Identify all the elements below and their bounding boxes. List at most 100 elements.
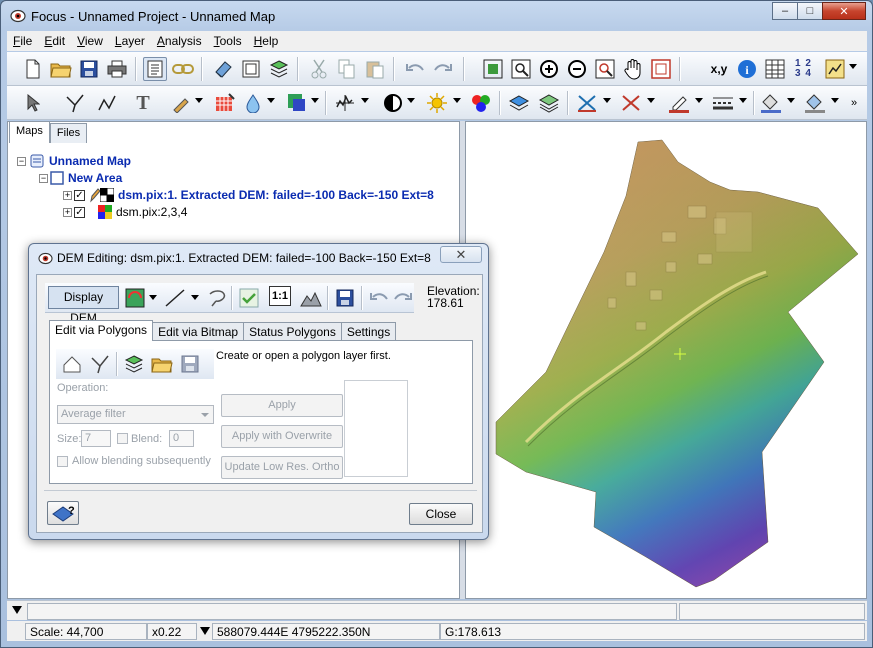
copy-icon[interactable] bbox=[335, 57, 359, 81]
layer-rgb-visible-checkbox[interactable]: ✓ bbox=[74, 206, 85, 218]
line-style-dropdown-icon[interactable] bbox=[739, 98, 747, 103]
open-polygon-layer-icon[interactable] bbox=[150, 352, 174, 376]
menu-help[interactable]: Help bbox=[248, 34, 285, 48]
polygon-layers-icon[interactable] bbox=[122, 352, 146, 376]
fill-style-dropdown-icon[interactable] bbox=[831, 98, 839, 103]
terrain-view-icon[interactable] bbox=[299, 286, 323, 310]
print-icon[interactable] bbox=[105, 57, 129, 81]
vector-tools-dropdown-icon[interactable] bbox=[603, 98, 611, 103]
status-collapse-icon[interactable] bbox=[12, 606, 22, 614]
line-style-icon[interactable] bbox=[711, 91, 735, 115]
dem-undo-icon[interactable] bbox=[367, 286, 391, 310]
new-polygon-icon[interactable] bbox=[60, 352, 84, 376]
xy-coords-icon[interactable]: x,y bbox=[707, 57, 731, 81]
dialog-close-x-button[interactable]: ✕ bbox=[440, 246, 482, 263]
one-to-one-zoom-icon[interactable]: 1:1 bbox=[269, 286, 291, 306]
tab-files[interactable]: Files bbox=[49, 123, 88, 143]
close-button[interactable]: Close bbox=[409, 503, 473, 525]
attribute-dropdown-icon[interactable] bbox=[195, 98, 203, 103]
link-icon[interactable] bbox=[171, 57, 195, 81]
apply-with-overwrite-button[interactable]: Apply with Overwrite bbox=[221, 425, 343, 448]
page-setup-icon[interactable] bbox=[239, 57, 263, 81]
profile-dropdown-icon[interactable] bbox=[361, 98, 369, 103]
zoom-window-icon[interactable] bbox=[649, 57, 673, 81]
fill-color-dropdown-icon[interactable] bbox=[787, 98, 795, 103]
polyline-icon[interactable] bbox=[95, 91, 119, 115]
vector-tools-icon[interactable] bbox=[575, 91, 599, 115]
vertex-edit-icon[interactable] bbox=[63, 91, 87, 115]
tree-row-map[interactable]: − Unnamed Map bbox=[17, 153, 131, 169]
raster-edit-icon[interactable] bbox=[213, 91, 237, 115]
menu-view[interactable]: View bbox=[71, 34, 109, 48]
tree-row-area[interactable]: − New Area bbox=[39, 170, 122, 186]
dem-colormap-icon[interactable] bbox=[123, 286, 147, 310]
lasso-icon[interactable] bbox=[205, 286, 229, 310]
undo-icon[interactable] bbox=[403, 57, 427, 81]
help-button[interactable]: ? bbox=[47, 501, 79, 525]
rgb-channels-icon[interactable] bbox=[469, 91, 493, 115]
fill-color-icon[interactable] bbox=[759, 91, 783, 115]
size-input[interactable]: 7 bbox=[81, 430, 111, 447]
colormap-dropdown-icon[interactable] bbox=[149, 295, 157, 300]
new-file-icon[interactable] bbox=[21, 57, 45, 81]
zoom-extent-icon[interactable] bbox=[481, 57, 505, 81]
redo-icon[interactable] bbox=[431, 57, 455, 81]
fill-style-icon[interactable] bbox=[803, 91, 827, 115]
apply-button[interactable]: Apply bbox=[221, 394, 343, 417]
trace-dropdown-icon[interactable] bbox=[849, 64, 857, 69]
display-region-dropdown-icon[interactable] bbox=[311, 98, 319, 103]
menu-edit[interactable]: Edit bbox=[38, 34, 71, 48]
layer-dem-visible-checkbox[interactable]: ✓ bbox=[74, 189, 85, 201]
contrast-dropdown-icon[interactable] bbox=[407, 98, 415, 103]
close-window-button[interactable]: ✕ bbox=[822, 2, 866, 20]
maximize-button[interactable]: □ bbox=[797, 2, 823, 20]
menu-file[interactable]: File bbox=[7, 34, 38, 48]
layer-overlay-icon[interactable] bbox=[507, 91, 531, 115]
trace-icon[interactable] bbox=[823, 57, 847, 81]
info-icon[interactable]: i bbox=[735, 57, 759, 81]
attribute-edit-icon[interactable] bbox=[169, 91, 193, 115]
tab-edit-via-bitmap[interactable]: Edit via Bitmap bbox=[152, 322, 245, 341]
line-color-icon[interactable] bbox=[667, 91, 691, 115]
profile-icon[interactable] bbox=[333, 91, 357, 115]
line-color-dropdown-icon[interactable] bbox=[695, 98, 703, 103]
eraser-icon[interactable] bbox=[211, 57, 235, 81]
pan-hand-icon[interactable] bbox=[621, 57, 645, 81]
display-dem-button[interactable]: Display DEM bbox=[48, 286, 119, 325]
map-list-icon[interactable] bbox=[143, 57, 167, 81]
save-dem-icon[interactable] bbox=[333, 286, 357, 310]
paste-icon[interactable] bbox=[363, 57, 387, 81]
save-icon[interactable] bbox=[77, 57, 101, 81]
draw-line-icon[interactable] bbox=[163, 286, 187, 310]
menu-layer[interactable]: Layer bbox=[109, 34, 151, 48]
dem-redo-icon[interactable] bbox=[391, 286, 415, 310]
select-arrow-icon[interactable] bbox=[21, 91, 45, 115]
polygon-vertex-icon[interactable] bbox=[88, 352, 112, 376]
allow-blending-checkbox[interactable] bbox=[57, 456, 68, 467]
tab-settings[interactable]: Settings bbox=[340, 322, 397, 341]
layers-icon[interactable] bbox=[267, 57, 291, 81]
display-region-icon[interactable] bbox=[285, 91, 309, 115]
zoom-out-icon[interactable] bbox=[565, 57, 589, 81]
text-tool-icon[interactable]: T bbox=[131, 91, 155, 115]
menu-analysis[interactable]: Analysis bbox=[151, 34, 208, 48]
delete-vector-icon[interactable] bbox=[619, 91, 643, 115]
collapse-icon[interactable]: − bbox=[17, 156, 26, 166]
accept-edits-icon[interactable] bbox=[237, 286, 261, 310]
menu-tools[interactable]: Tools bbox=[208, 34, 248, 48]
title-bar[interactable]: Focus - Unnamed Project - Unnamed Map – … bbox=[1, 1, 872, 31]
pixel-fill-icon[interactable] bbox=[243, 91, 267, 115]
brightness-icon[interactable] bbox=[425, 91, 449, 115]
draw-line-dropdown-icon[interactable] bbox=[191, 295, 199, 300]
update-low-res-ortho-button[interactable]: Update Low Res. Ortho bbox=[221, 456, 343, 479]
zoom-box-icon[interactable] bbox=[509, 57, 533, 81]
expand-icon[interactable]: + bbox=[63, 190, 72, 200]
expand-icon[interactable]: + bbox=[63, 207, 72, 217]
blend-checkbox[interactable] bbox=[117, 433, 128, 444]
tree-row-layer-dem[interactable]: + ✓ dsm.pix:1. Extracted DEM: failed=-10… bbox=[63, 187, 434, 203]
blend-input[interactable]: 0 bbox=[169, 430, 194, 447]
map-view[interactable] bbox=[465, 121, 867, 599]
minimize-button[interactable]: – bbox=[772, 2, 798, 20]
tree-row-layer-rgb[interactable]: + ✓ dsm.pix:2,3,4 bbox=[63, 204, 187, 220]
coords-dropdown-icon[interactable] bbox=[200, 627, 210, 635]
